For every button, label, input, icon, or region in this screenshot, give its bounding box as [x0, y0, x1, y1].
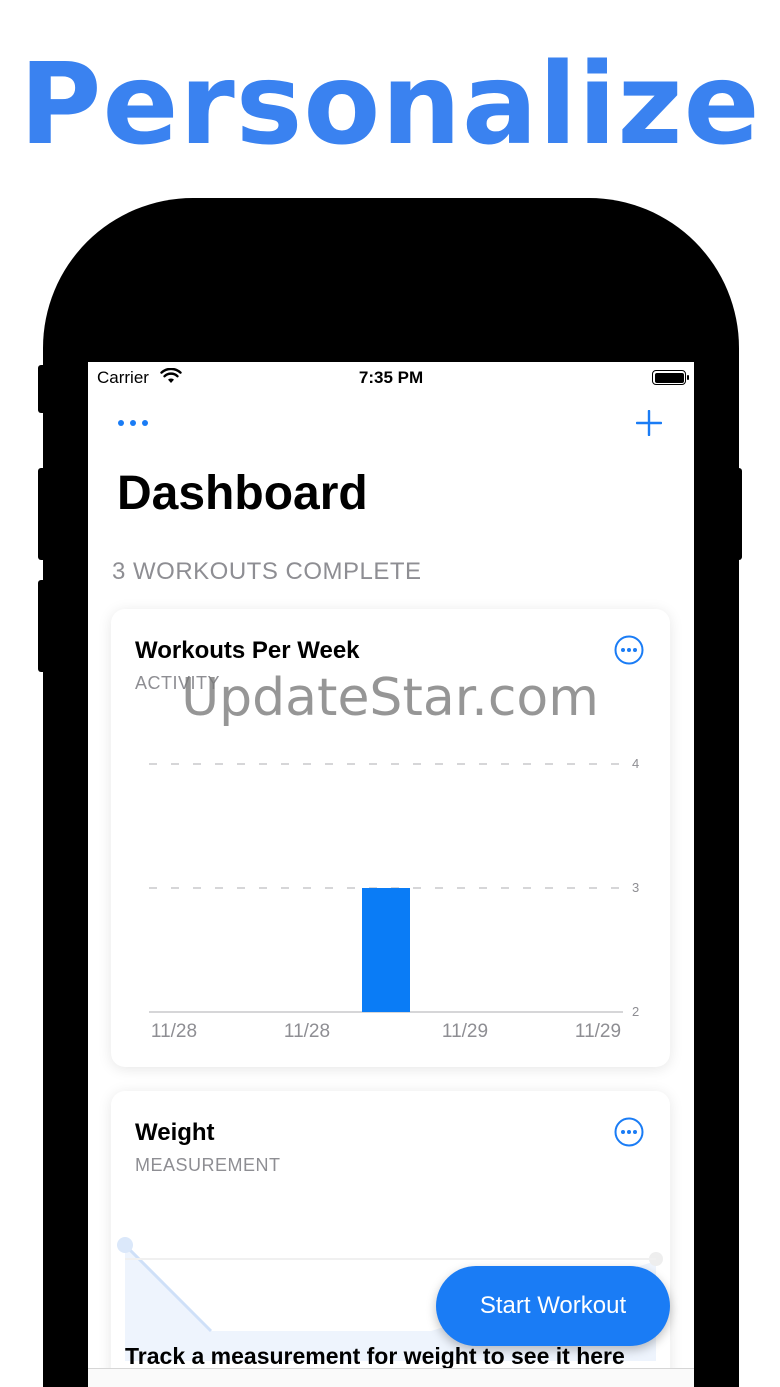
watermark: UpdateStar.com — [181, 668, 599, 728]
x-tick-label: 11/28 — [151, 1021, 197, 1042]
y-tick-label: 4 — [632, 756, 639, 771]
promo-headline: Personalize — [19, 40, 761, 170]
page-title: Dashboard — [117, 467, 368, 520]
weight-empty-message: Track a measurement for weight to see it… — [125, 1343, 625, 1369]
x-tick-label: 11/29 — [442, 1021, 488, 1042]
app-screen: Carrier 7:35 PM Dashboard 3 WORKOUTS COM… — [88, 362, 694, 1387]
status-time: 7:35 PM — [358, 368, 424, 387]
status-bar: Carrier 7:35 PM — [88, 362, 694, 394]
start-workout-button[interactable]: Start Workout — [436, 1266, 670, 1346]
card-subtitle: MEASUREMENT — [135, 1155, 281, 1175]
y-tick-label: 2 — [632, 1004, 639, 1019]
ellipsis-icon[interactable] — [118, 420, 150, 430]
card-title: Weight — [135, 1119, 215, 1146]
card-title: Workouts Per Week — [135, 637, 360, 664]
tab-bar — [88, 1368, 694, 1387]
y-tick-label: 3 — [632, 880, 639, 895]
workouts-complete-label: 3 WORKOUTS COMPLETE — [112, 558, 422, 585]
chart-bar — [362, 888, 410, 1012]
plus-icon[interactable] — [635, 409, 663, 437]
ellipsis-circle-icon[interactable] — [614, 635, 644, 665]
x-tick-label: 11/28 — [284, 1021, 330, 1042]
x-tick-label: 11/29 — [575, 1021, 621, 1042]
battery-icon — [652, 370, 689, 385]
ellipsis-circle-icon[interactable] — [614, 1117, 644, 1147]
